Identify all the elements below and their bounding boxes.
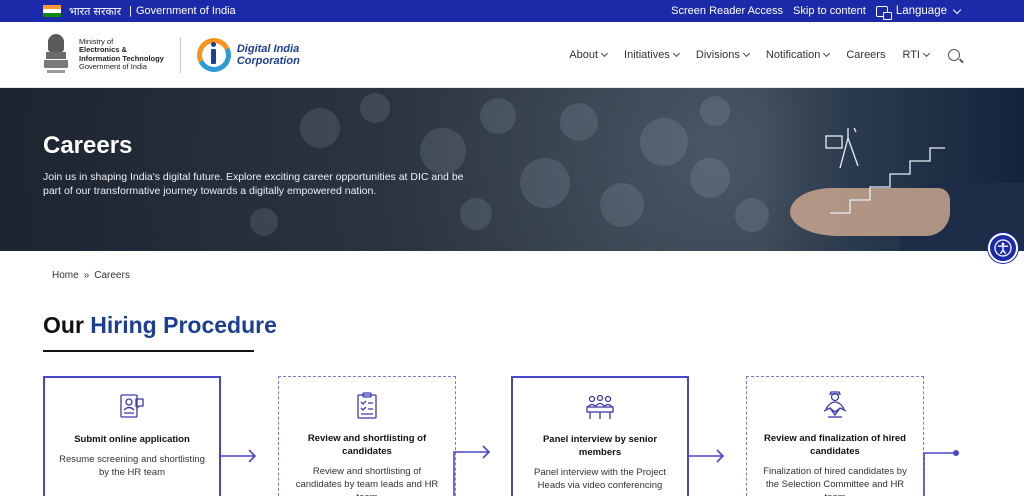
government-identity: भारत सरकार | Government of India xyxy=(43,4,236,19)
translate-icon xyxy=(875,5,892,20)
hiring-step-4: Review and finalization of hired candida… xyxy=(746,376,924,496)
nav-label: Careers xyxy=(846,48,886,61)
language-selector[interactable]: Language xyxy=(875,5,962,20)
chevron-down-icon xyxy=(672,49,680,57)
step-title: Review and finalization of hired candida… xyxy=(764,433,906,457)
chevron-down-icon xyxy=(952,5,962,14)
breadcrumb: Home » Careers xyxy=(52,270,130,281)
hindi-government-label: भारत सरकार xyxy=(69,5,122,18)
nav-item-careers[interactable]: Careers xyxy=(846,49,885,61)
government-bar-links: Screen Reader Access Skip to content Lan… xyxy=(671,5,962,20)
nav-label: About xyxy=(569,48,599,61)
hiring-step-2: Review and shortlisting of candidates Re… xyxy=(278,376,456,496)
page-title: Careers xyxy=(43,132,133,159)
gov-separator: | xyxy=(129,5,132,17)
hiring-step-1: Submit online application Resume screeni… xyxy=(43,376,221,496)
logo-divider xyxy=(179,36,181,73)
government-bar: भारत सरकार | Government of India Screen … xyxy=(0,0,1024,22)
page-subtitle: Join us in shaping India's digital futur… xyxy=(43,171,464,197)
screen-reader-access-link[interactable]: Screen Reader Access xyxy=(671,5,783,17)
step-description: Finalization of hired candidates by the … xyxy=(763,466,907,496)
dic-name: Digital India Corporation xyxy=(237,43,300,67)
step-description: Panel interview with the Project Heads v… xyxy=(533,467,666,491)
nav-item-rti[interactable]: RTI xyxy=(902,48,931,61)
dic-logo-icon xyxy=(192,32,236,77)
step-description: Resume screening and shortlisting by the… xyxy=(59,454,205,478)
step-title: Panel interview by senior members xyxy=(542,434,658,458)
resume-icon xyxy=(120,394,144,418)
ministry-label: Ministry of Electronics & Information Te… xyxy=(79,37,164,72)
site-header: Ministry of Electronics & Information Te… xyxy=(0,22,1024,88)
nav-label: RTI xyxy=(902,48,920,61)
dic-name-line-2: Corporation xyxy=(236,54,300,67)
breadcrumb-home-link[interactable]: Home xyxy=(52,270,79,281)
section-title: Our Hiring Procedure xyxy=(43,312,277,339)
step-title: Submit online application xyxy=(74,434,190,445)
step-description: Review and shortlisting of candidates by… xyxy=(295,466,439,496)
chevron-down-icon xyxy=(922,49,931,57)
nav-item-divisions[interactable]: Divisions xyxy=(695,48,750,61)
ministry-line-4: Government of India xyxy=(79,62,147,71)
accessibility-button[interactable] xyxy=(988,233,1018,263)
clipboard-icon xyxy=(357,392,377,419)
national-emblem-icon xyxy=(43,33,69,76)
header-logos[interactable]: Ministry of Electronics & Information Te… xyxy=(43,32,300,77)
chevron-down-icon xyxy=(742,49,750,57)
chevron-down-icon xyxy=(601,49,609,57)
language-label: Language xyxy=(895,5,947,17)
section-title-plain: Our xyxy=(43,312,84,338)
nav-label: Divisions xyxy=(695,48,740,61)
nav-label: Notification xyxy=(765,48,821,61)
panel-interview-icon xyxy=(586,394,614,419)
breadcrumb-separator: » xyxy=(83,270,90,281)
search-icon[interactable] xyxy=(948,48,960,61)
nav-item-about[interactable]: About xyxy=(569,48,609,61)
step-title: Review and shortlisting of candidates xyxy=(307,433,427,457)
chevron-down-icon xyxy=(823,49,831,57)
handshake-icon xyxy=(823,391,847,418)
nav-item-initiatives[interactable]: Initiatives xyxy=(624,48,680,61)
arrow-right-icon xyxy=(453,445,491,496)
arrow-right-icon xyxy=(687,445,725,463)
hiring-step-3: Panel interview by senior members Panel … xyxy=(511,376,689,496)
accessibility-icon xyxy=(994,239,1012,257)
main-navigation: About Initiatives Divisions Notification… xyxy=(569,48,960,61)
connector-end-dot-icon xyxy=(923,450,959,496)
nav-label: Initiatives xyxy=(624,48,670,61)
breadcrumb-current: Careers xyxy=(94,270,130,281)
careers-hero-banner: Careers Join us in shaping India's digit… xyxy=(0,88,1024,251)
career-stairs-illustration xyxy=(825,128,945,214)
dic-logo[interactable]: Digital India Corporation xyxy=(192,32,300,77)
government-label: Government of India xyxy=(136,5,236,17)
arrow-right-icon xyxy=(219,445,257,463)
skip-to-content-link[interactable]: Skip to content xyxy=(793,5,866,17)
india-flag-icon xyxy=(43,5,61,17)
nav-item-notification[interactable]: Notification xyxy=(765,48,831,61)
section-title-accent: Hiring Procedure xyxy=(90,312,277,338)
dic-name-line-1: Digital India xyxy=(236,42,300,55)
section-title-underline xyxy=(43,350,254,352)
